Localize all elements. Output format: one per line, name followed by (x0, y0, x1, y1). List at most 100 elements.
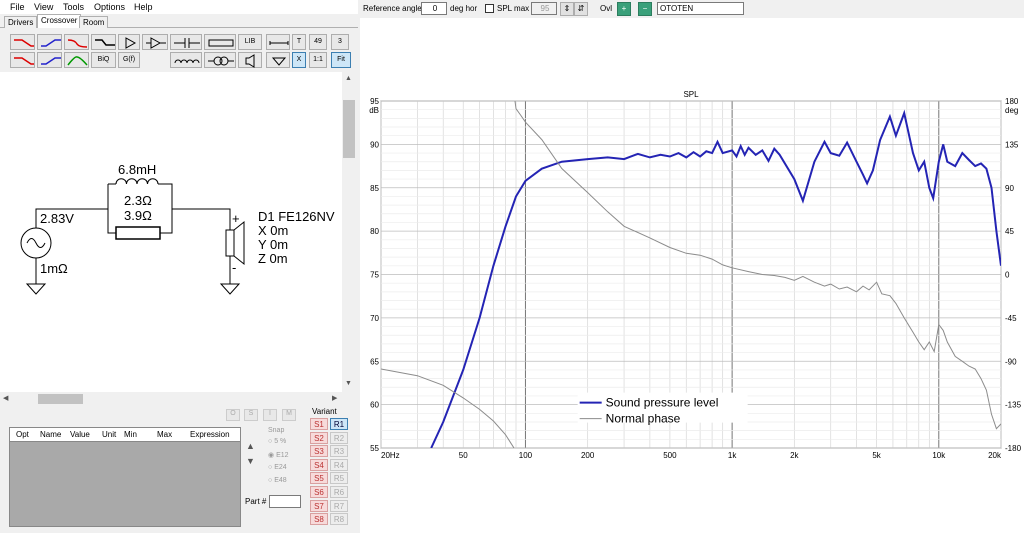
shelf-button[interactable] (91, 34, 116, 50)
schematic-canvas[interactable]: 6.8mH 2.3Ω 3.9Ω 2.83V 1mΩ + - D1 FE126NV… (0, 72, 342, 392)
y-right-tick: -135 (1005, 401, 1022, 410)
spl-chart[interactable]: SPL 55 60 65 70 75 80 85 90 95dB -180 -135 -90 -45 0 45… (360, 88, 1024, 468)
opt-button-i[interactable]: I (263, 409, 277, 421)
variant-r4[interactable]: R4 (330, 458, 348, 471)
speaker-button[interactable] (238, 52, 262, 68)
menu-help[interactable]: Help (134, 2, 153, 12)
plus-label: + (232, 211, 240, 226)
variant-s1[interactable]: S1 (310, 418, 328, 430)
opt-button-s[interactable]: S (244, 409, 258, 421)
y-right-tick: 90 (1005, 184, 1014, 193)
bandstop-red-button[interactable] (64, 34, 89, 50)
x-tick: 2k (790, 451, 799, 460)
scroll-right-icon[interactable]: ▶ (332, 394, 337, 402)
amp-button[interactable] (142, 34, 168, 50)
y-right-tick: 0 (1005, 271, 1010, 280)
col-opt: Opt (16, 430, 29, 439)
resistor-button[interactable] (204, 34, 236, 50)
tab-crossover[interactable]: Crossover (37, 14, 82, 28)
snap-label: Snap (268, 427, 285, 434)
gf-button[interactable]: G(f) (118, 52, 140, 68)
variant-s7[interactable]: S7 (310, 499, 328, 512)
variant-s6[interactable]: S6 (310, 486, 328, 498)
highpass-blue-button[interactable] (37, 34, 62, 50)
ratio-button[interactable]: 1:1 (309, 52, 327, 68)
variant-s8[interactable]: S8 (310, 513, 328, 526)
y-left-tick: 85 (370, 184, 379, 193)
schematic-vertical-scrollbar[interactable]: ▲ ▼ (342, 72, 358, 392)
component-toolbar: LIB T 49 3 BiQ G(f) X 1:1 Fit (0, 28, 358, 72)
spl-max-checkbox[interactable] (485, 4, 494, 13)
ground-icon-2 (219, 283, 241, 295)
hscroll-thumb[interactable] (38, 394, 83, 404)
variant-r1[interactable]: R1 (330, 418, 348, 430)
spin-updown-icon[interactable]: ⇕ (560, 2, 574, 16)
capacitor-button[interactable] (170, 34, 202, 50)
reference-angle-label: Reference angle (363, 4, 422, 13)
resistor-label: 3.9Ω (124, 208, 152, 223)
highpass-blue2-button[interactable] (37, 52, 62, 68)
snap-option-5pct[interactable]: ○ 5 % (268, 438, 286, 445)
variant-r6[interactable]: R6 (330, 486, 348, 498)
y-left-tick: 55 (370, 444, 379, 453)
bandpass-green-button[interactable] (64, 52, 89, 68)
scroll-left-icon[interactable]: ◀ (3, 394, 8, 402)
wire-button[interactable] (266, 34, 290, 50)
variant-s5[interactable]: S5 (310, 472, 328, 485)
menu-tools[interactable]: Tools (63, 2, 84, 12)
variant-r2[interactable]: R2 (330, 431, 348, 444)
overlay-remove-icon[interactable]: − (638, 2, 652, 16)
reference-angle-input[interactable]: 0 (421, 2, 447, 15)
y-left-tick: 70 (370, 314, 379, 323)
scroll-thumb[interactable] (343, 100, 355, 158)
snap-option-e12[interactable]: ◉ E12 (268, 451, 289, 459)
x-tick: 5k (872, 451, 881, 460)
count-3[interactable]: 3 (331, 34, 349, 50)
x-toggle-button[interactable]: X (292, 52, 306, 68)
overlay-add-icon[interactable]: + (617, 2, 631, 16)
snap-option-e24[interactable]: ○ E24 (268, 464, 287, 471)
parameter-grid[interactable]: Opt Name Value Unit Min Max Expression (9, 427, 241, 527)
biquad-button[interactable]: BiQ (91, 52, 116, 68)
inductor-resistance-label: 2.3Ω (124, 193, 152, 208)
lowpass-red-button[interactable] (10, 34, 35, 50)
driver-name-label: D1 FE126NV (258, 209, 335, 224)
move-up-icon[interactable]: ▲ (246, 441, 255, 451)
count-49[interactable]: 49 (309, 34, 327, 50)
opt-button-o[interactable]: O (226, 409, 240, 421)
variant-r8[interactable]: R8 (330, 513, 348, 526)
variant-s2[interactable]: S2 (310, 431, 328, 444)
variant-s3[interactable]: S3 (310, 445, 328, 458)
x-tick: 1k (728, 451, 737, 460)
scroll-up-icon[interactable]: ▲ (345, 75, 352, 82)
variant-r5[interactable]: R5 (330, 472, 348, 485)
inductor-button[interactable] (170, 52, 202, 68)
variant-s4[interactable]: S4 (310, 458, 328, 471)
overlay-name-input[interactable]: OTOTEN (657, 2, 744, 15)
part-number-input[interactable] (269, 495, 301, 508)
ground-button[interactable] (266, 52, 290, 68)
variant-r3[interactable]: R3 (330, 445, 348, 458)
fit-button[interactable]: Fit (331, 52, 351, 68)
spin-updown2-icon[interactable]: ⇵ (574, 2, 588, 16)
transformer-button[interactable] (204, 52, 236, 68)
move-down-icon[interactable]: ▼ (246, 456, 255, 466)
tab-drivers[interactable]: Drivers (4, 16, 38, 28)
tab-room[interactable]: Room (79, 16, 109, 28)
x-tick: 20Hz (381, 451, 400, 460)
spl-max-input[interactable]: 95 (531, 2, 557, 15)
menu-file[interactable]: File (10, 2, 25, 12)
buffer-button[interactable] (118, 34, 140, 50)
variant-r7[interactable]: R7 (330, 499, 348, 512)
snap-option-e48[interactable]: ○ E48 (268, 477, 287, 484)
library-button[interactable]: LIB (238, 34, 262, 50)
lowpass-red2-button[interactable] (10, 52, 35, 68)
col-expression: Expression (190, 430, 230, 439)
opt-button-m[interactable]: M (282, 409, 296, 421)
menu-view[interactable]: View (34, 2, 53, 12)
scroll-down-icon[interactable]: ▼ (345, 380, 352, 387)
schematic-horizontal-scrollbar[interactable]: ◀ ▶ (0, 392, 342, 406)
menu-options[interactable]: Options (94, 2, 125, 12)
driver-y-label: Y 0m (258, 237, 289, 252)
text-button[interactable]: T (292, 34, 306, 50)
